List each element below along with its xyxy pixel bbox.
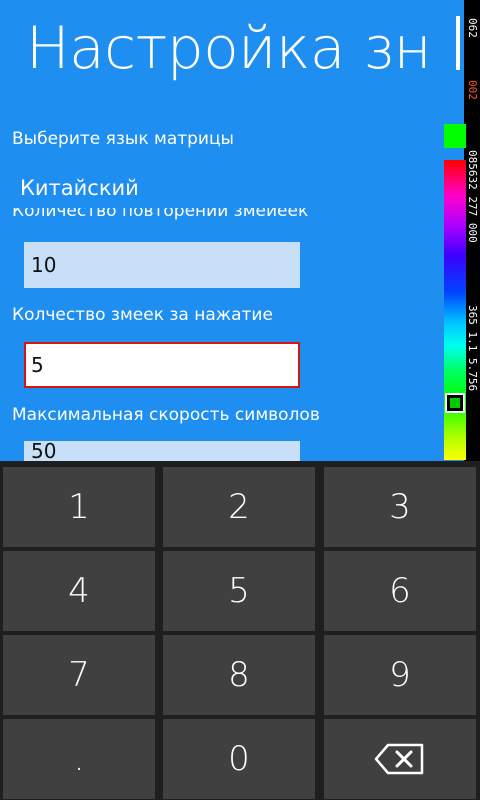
key-6[interactable]: 6 xyxy=(324,551,476,631)
frame-rate-counter: 062 xyxy=(466,18,478,38)
language-picker[interactable]: Китайский xyxy=(20,174,139,202)
max-speed-label: Максимальная скорость символов xyxy=(12,405,320,425)
max-speed-input[interactable]: 50 xyxy=(24,441,300,461)
repeat-count-label-text: Количество повторений змейеек xyxy=(12,208,309,221)
key-5[interactable]: 5 xyxy=(163,551,315,631)
color-slider-thumb[interactable] xyxy=(445,393,465,413)
selected-color-swatch[interactable] xyxy=(444,124,466,148)
snakes-per-tap-input[interactable]: 5 xyxy=(24,342,300,388)
color-spectrum-slider[interactable] xyxy=(444,160,466,460)
key-backspace[interactable] xyxy=(324,719,476,799)
page-title: Настройка знач xyxy=(26,14,428,82)
snakes-per-tap-label: Колчество змеек за нажатие xyxy=(12,305,273,325)
max-speed-value: 50 xyxy=(31,441,57,461)
numeric-keyboard: 1 2 3 4 5 6 7 8 9 . 0 xyxy=(0,461,480,800)
key-decimal[interactable]: . xyxy=(3,719,155,799)
key-2[interactable]: 2 xyxy=(163,467,315,547)
key-4[interactable]: 4 xyxy=(3,551,155,631)
key-8[interactable]: 8 xyxy=(163,635,315,715)
frame-rate-counter-red: 002 xyxy=(466,80,478,100)
language-label: Выберите язык матрицы xyxy=(12,129,234,149)
key-1[interactable]: 1 xyxy=(3,467,155,547)
repeat-count-input[interactable]: 10 xyxy=(24,242,300,288)
key-3[interactable]: 3 xyxy=(324,467,476,547)
texture-counter: 365 1.1 5.756 xyxy=(466,305,478,392)
repeat-count-label: Количество повторений змейеек xyxy=(12,208,432,222)
key-9[interactable]: 9 xyxy=(324,635,476,715)
key-7[interactable]: 7 xyxy=(3,635,155,715)
page-title-overflow-glyph xyxy=(456,16,460,70)
memory-counter: 085632 277 000 xyxy=(466,150,478,243)
key-0[interactable]: 0 xyxy=(163,719,315,799)
